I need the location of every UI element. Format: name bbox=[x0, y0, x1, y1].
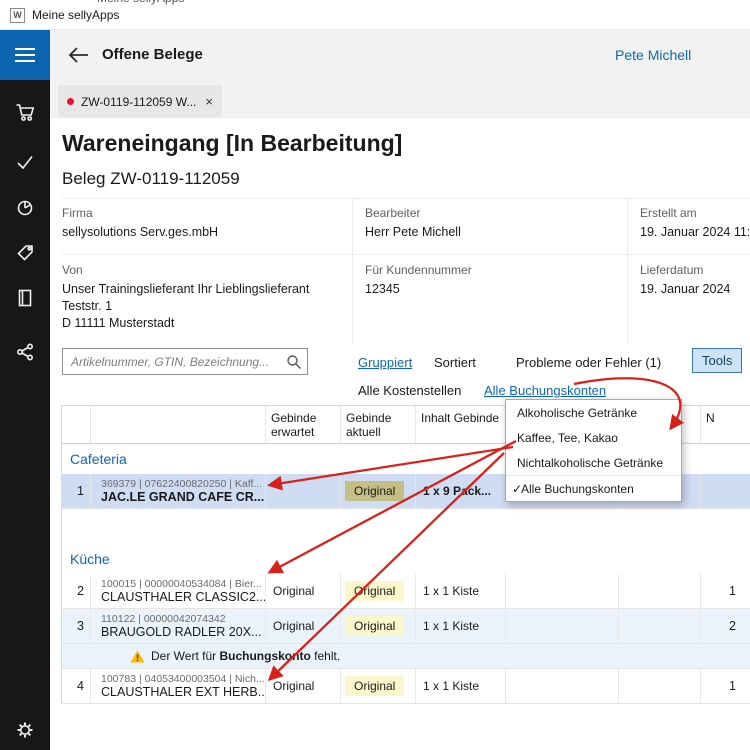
pie-chart-icon bbox=[15, 197, 35, 217]
settings-button[interactable] bbox=[15, 720, 35, 740]
field-value-bearbeiter: Herr Pete Michell bbox=[365, 225, 461, 239]
field-value-von-2: Teststr. 1 bbox=[62, 299, 112, 313]
gear-icon bbox=[15, 720, 35, 740]
document-tab[interactable]: ZW-0119-112059 W... × bbox=[58, 85, 222, 118]
cost-centers-link[interactable]: Alle Kostenstellen bbox=[358, 383, 461, 398]
user-link[interactable]: Pete Michell bbox=[615, 47, 691, 63]
warning-icon bbox=[130, 650, 145, 663]
article-name: JAC.LE GRAND CAFE CR... bbox=[101, 490, 265, 504]
tools-button[interactable]: Tools bbox=[692, 348, 742, 373]
column-inhalt-gebinde: Inhalt Gebinde bbox=[415, 406, 505, 443]
dropdown-item-alle[interactable]: ✓ Alle Buchungskonten bbox=[506, 475, 681, 501]
tab-label: ZW-0119-112059 W... bbox=[81, 95, 199, 109]
field-label-erstellt: Erstellt am bbox=[640, 206, 697, 220]
field-value-lieferdatum: 19. Januar 2024 bbox=[640, 282, 730, 296]
checkmark-icon: ✓ bbox=[506, 482, 521, 496]
back-button[interactable] bbox=[66, 45, 90, 65]
sidebar bbox=[0, 30, 50, 750]
field-label-kundennummer: Für Kundennummer bbox=[365, 263, 472, 277]
article-code: 100015 | 00000040534084 | Bier... bbox=[101, 578, 265, 590]
gebinde-badge: Original bbox=[345, 616, 404, 636]
dropdown-item-nichtalkoholische[interactable]: Nichtalkoholische Getränke bbox=[506, 450, 681, 475]
article-code: 100783 | 04053400003504 | Nich... bbox=[101, 673, 265, 685]
sidebar-item-labels[interactable] bbox=[15, 243, 35, 263]
column-clipped: N bbox=[700, 406, 750, 443]
sidebar-item-tasks[interactable] bbox=[15, 152, 35, 172]
column-gebinde-erwartet: Gebinde erwartet bbox=[265, 406, 340, 443]
article-code: 369379 | 07622400820250 | Kaff... bbox=[101, 478, 265, 490]
cart-icon bbox=[15, 102, 35, 122]
book-icon bbox=[15, 288, 35, 308]
dropdown-item-kaffee[interactable]: Kaffee, Tee, Kakao bbox=[506, 425, 681, 450]
divider bbox=[62, 198, 750, 199]
app-icon: W bbox=[10, 8, 25, 23]
tab-close-icon[interactable]: × bbox=[205, 94, 213, 109]
page-header: Offene Belege Pete Michell bbox=[50, 30, 750, 80]
sidebar-item-reports[interactable] bbox=[15, 197, 35, 217]
sidebar-item-journal[interactable] bbox=[15, 288, 35, 308]
field-value-firma: sellysolutions Serv.ges.mbH bbox=[62, 225, 218, 239]
search-icon bbox=[286, 354, 302, 370]
field-value-von-1: Unser Trainingslieferant Ihr Lieblingsli… bbox=[62, 282, 309, 296]
page-header-title: Offene Belege bbox=[102, 46, 203, 63]
dropdown-item-alkoholische[interactable]: Alkoholische Getränke bbox=[506, 400, 681, 425]
table-row-4[interactable]: 4 100783 | 04053400003504 | Nich... CLAU… bbox=[62, 669, 750, 704]
tag-icon bbox=[15, 243, 35, 263]
booking-accounts-dropdown: Alkoholische Getränke Kaffee, Tee, Kakao… bbox=[505, 399, 682, 502]
document-title: Wareneingang [In Bearbeitung] bbox=[62, 130, 402, 157]
field-label-von: Von bbox=[62, 263, 83, 277]
problems-link[interactable]: Probleme oder Fehler (1) bbox=[516, 355, 661, 370]
sidebar-item-cart[interactable] bbox=[15, 102, 35, 122]
gebinde-badge: Original bbox=[345, 581, 404, 601]
window-title: Meine sellyApps bbox=[32, 8, 119, 22]
booking-accounts-link[interactable]: Alle Buchungskonten bbox=[484, 383, 606, 398]
hamburger-icon bbox=[15, 45, 35, 65]
window-titlebar: Meine sellyApps W Meine sellyApps bbox=[0, 0, 750, 30]
divider bbox=[352, 198, 353, 343]
field-value-von-3: D 11111 Musterstadt bbox=[62, 316, 174, 330]
table-row-3[interactable]: 3 110122 | 00000042074342 BRAUGOLD RADLE… bbox=[62, 609, 750, 644]
check-icon bbox=[15, 152, 35, 172]
grouped-link[interactable]: Gruppiert bbox=[358, 355, 412, 370]
sidebar-item-share[interactable] bbox=[15, 342, 35, 362]
warning-text: Der Wert für Buchungskonto fehlt. bbox=[151, 649, 340, 663]
row-warning: Der Wert für Buchungskonto fehlt. bbox=[62, 644, 750, 669]
divider bbox=[627, 198, 628, 343]
article-code: 110122 | 00000042074342 bbox=[101, 613, 265, 625]
field-label-bearbeiter: Bearbeiter bbox=[365, 206, 420, 220]
hamburger-menu-button[interactable] bbox=[0, 30, 50, 80]
field-label-firma: Firma bbox=[62, 206, 93, 220]
unsaved-dot-icon bbox=[67, 98, 74, 105]
back-arrow-icon bbox=[66, 45, 90, 65]
gebinde-badge: Original bbox=[345, 481, 404, 501]
table-row-2[interactable]: 2 100015 | 00000040534084 | Bier... CLAU… bbox=[62, 574, 750, 609]
article-name: CLAUSTHALER CLASSIC2... bbox=[101, 590, 265, 604]
group-spacer bbox=[62, 509, 750, 544]
article-search bbox=[62, 348, 308, 375]
sorted-link[interactable]: Sortiert bbox=[434, 355, 476, 370]
gebinde-badge: Original bbox=[345, 676, 404, 696]
article-name: CLAUSTHALER EXT HERB... bbox=[101, 685, 265, 699]
divider bbox=[62, 254, 750, 255]
document-subtitle: Beleg ZW-0119-112059 bbox=[62, 169, 240, 189]
cropped-background-title: Meine sellyApps bbox=[97, 0, 184, 5]
search-input[interactable] bbox=[63, 349, 307, 374]
field-value-erstellt: 19. Januar 2024 11:20 bbox=[640, 225, 750, 239]
field-label-lieferdatum: Lieferdatum bbox=[640, 263, 703, 277]
column-gebinde-aktuell: Gebinde aktuell bbox=[340, 406, 415, 443]
field-value-kundennummer: 12345 bbox=[365, 282, 400, 296]
tab-strip: ZW-0119-112059 W... × bbox=[50, 80, 750, 118]
share-network-icon bbox=[15, 342, 35, 362]
group-header-kueche: Küche bbox=[62, 544, 750, 574]
article-name: BRAUGOLD RADLER 20X... bbox=[101, 625, 265, 639]
